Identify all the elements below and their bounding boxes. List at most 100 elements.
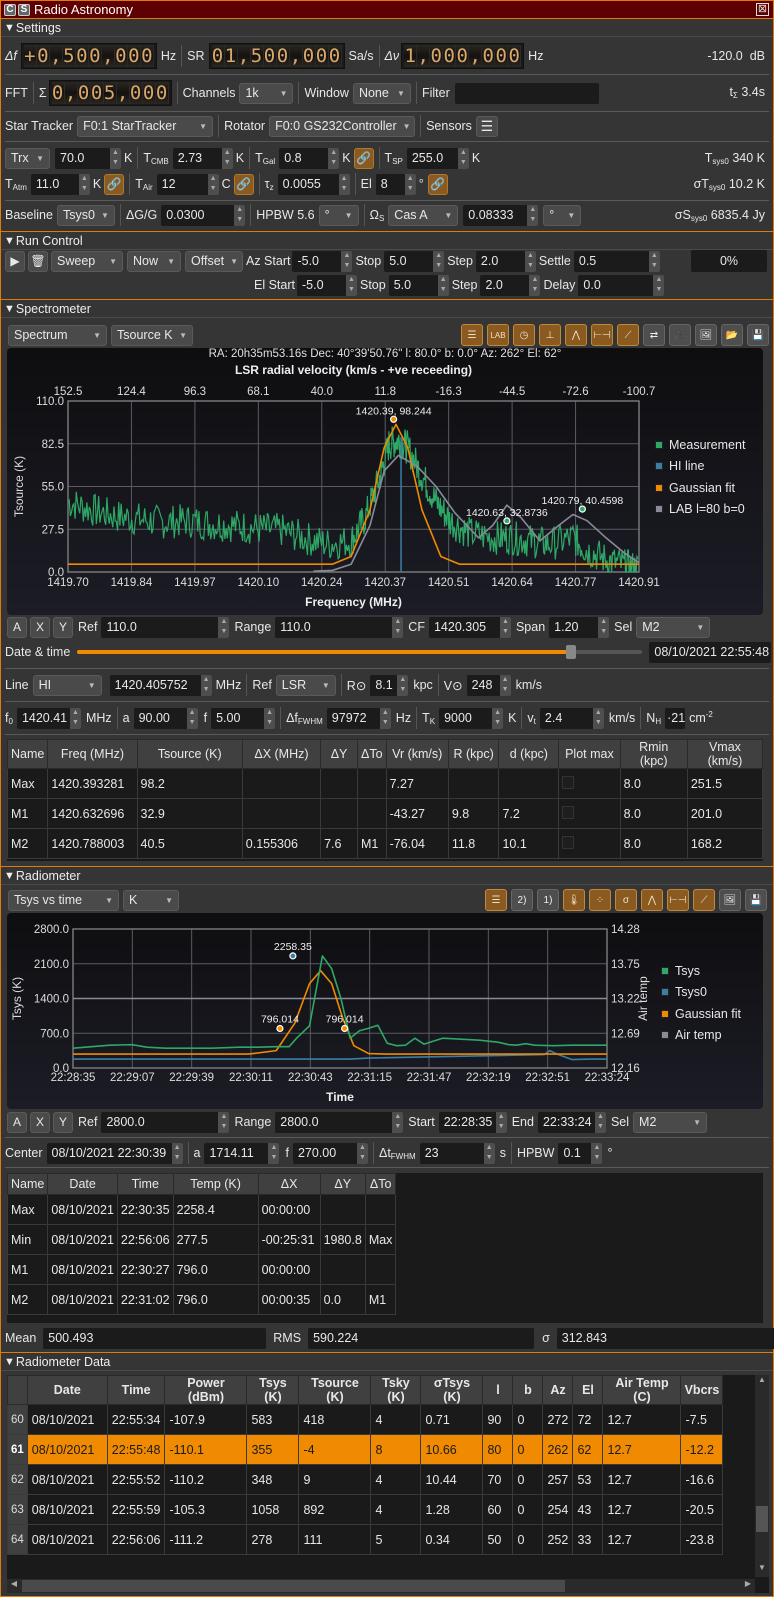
auto-scale-button[interactable]: A xyxy=(7,1111,27,1133)
spin-arrows-icon[interactable]: ▲ ▼ xyxy=(218,1111,230,1133)
link-icon[interactable]: 🔗 xyxy=(233,173,254,195)
digit[interactable]: 1 xyxy=(224,45,238,67)
table-row[interactable]: M2 1420.788003 40.5 0.155306 7.6 M1 -76.04 11.8… xyxy=(6,828,764,859)
spectrometer-units-select[interactable]: Tsource K ▼ xyxy=(111,324,193,346)
spin-arrows-icon[interactable]: ▲ ▼ xyxy=(483,1142,495,1164)
channel-c-button[interactable]: C xyxy=(4,3,16,16)
spin-arrows-icon[interactable]: ▲ ▼ xyxy=(200,674,212,696)
spin-arrows-icon[interactable]: ▲ ▼ xyxy=(648,250,660,272)
tcmb-input[interactable]: 2.73 ▲ ▼ xyxy=(172,147,233,169)
spin-arrows-icon[interactable]: ▲ ▼ xyxy=(397,674,409,696)
column-header[interactable]: Freq (MHz) xyxy=(47,739,138,769)
digit[interactable]: 0 xyxy=(263,45,277,67)
sigma-icon[interactable]: σ xyxy=(615,889,637,911)
start-time-select[interactable]: Now ▼ xyxy=(127,250,181,272)
digit[interactable]: 0 xyxy=(443,45,457,67)
column-header[interactable]: Time xyxy=(116,1173,174,1195)
points-icon[interactable]: ⁘ xyxy=(589,889,611,911)
digit[interactable]: 1 xyxy=(404,45,418,67)
fwhm-input[interactable]: 97972 ▲ ▼ xyxy=(326,707,391,729)
y-scale-button[interactable]: Y xyxy=(53,616,73,638)
spin-arrows-icon[interactable]: ▲ ▼ xyxy=(433,250,445,272)
legend-item[interactable]: Air temp xyxy=(661,1025,741,1047)
spin-arrows-icon[interactable]: ▲ ▼ xyxy=(78,173,90,195)
digit[interactable]: , xyxy=(417,45,431,67)
fit-center-input[interactable]: 08/10/2021 22:30:39 ▲ ▼ xyxy=(46,1142,183,1164)
column-header[interactable] xyxy=(7,1375,28,1405)
el-start-input[interactable]: -5.0 ▲ ▼ xyxy=(297,274,357,296)
digit[interactable]: 5 xyxy=(62,45,76,67)
settings-section-header[interactable]: ▼ Settings xyxy=(1,19,773,37)
trx-input[interactable]: 70.0 ▲ ▼ xyxy=(55,147,121,169)
tair-input[interactable]: 12 ▲ ▼ xyxy=(156,173,219,195)
az-start-input[interactable]: -5.0 ▲ ▼ xyxy=(292,250,353,272)
radiometer-marker-table[interactable]: Name Date Time Temp (K) ΔX ΔY ΔTo Max 08/10/202… xyxy=(6,1173,763,1323)
spin-arrows-icon[interactable]: ▲ ▼ xyxy=(338,173,350,195)
column-header[interactable]: Name xyxy=(6,1173,49,1195)
digit[interactable]: , xyxy=(469,45,483,67)
gaussian-fit-icon[interactable]: ⟋ xyxy=(617,324,639,346)
digit[interactable]: 5 xyxy=(103,82,117,104)
save-icon[interactable]: 💾 xyxy=(745,889,767,911)
radiometer-chart-select[interactable]: Tsys vs time ▼ xyxy=(8,889,119,911)
spin-arrows-icon[interactable]: ▲ ▼ xyxy=(492,707,504,729)
digit[interactable]: 0 xyxy=(211,45,225,67)
line-select[interactable]: HI ▼ xyxy=(32,674,102,696)
spin-arrows-icon[interactable]: ▲ ▼ xyxy=(356,1142,368,1164)
digit[interactable]: 0 xyxy=(495,45,509,67)
digit[interactable]: 0 xyxy=(456,45,470,67)
save-icon[interactable]: 💾 xyxy=(747,324,769,346)
column-header[interactable]: ΔY xyxy=(319,1173,366,1195)
tau-zenith-input[interactable]: 0.0055 ▲ ▼ xyxy=(277,173,350,195)
table-row[interactable]: Max 1420.393281 98.2 7.27 8.0 251.5 xyxy=(6,768,764,799)
plot-max-checkbox[interactable] xyxy=(562,805,575,819)
plot-max-checkbox[interactable] xyxy=(562,835,575,849)
swap-icon[interactable]: ⇄ xyxy=(643,324,665,346)
legend-item[interactable]: Gaussian fit xyxy=(655,477,745,499)
start-time-input[interactable]: 22:28:35 ▲ ▼ xyxy=(438,1111,507,1133)
spin-arrows-icon[interactable]: ▲ ▼ xyxy=(598,616,610,638)
digit[interactable]: , xyxy=(289,45,303,67)
column-header[interactable]: l xyxy=(482,1375,514,1405)
digit[interactable]: + xyxy=(23,45,37,67)
spin-arrows-icon[interactable]: ▲ ▼ xyxy=(379,707,391,729)
close-icon[interactable]: ⊠ xyxy=(756,3,769,16)
spin-arrows-icon[interactable]: ▲ ▼ xyxy=(524,250,536,272)
star-tracker-select[interactable]: F0:1 StarTracker ▼ xyxy=(77,115,214,137)
ref-input[interactable]: 110.0 ▲ ▼ xyxy=(101,616,230,638)
marker-select[interactable]: M2 ▼ xyxy=(633,1111,708,1133)
delay-input[interactable]: 0.0 ▲ ▼ xyxy=(578,274,665,296)
kinetic-temp-input[interactable]: 9000 ▲ ▼ xyxy=(439,707,504,729)
radiometer-data-table[interactable]: Date Time Power (dBm) Tsys (K) Tsource (K) Ts… xyxy=(7,1375,769,1593)
range-input[interactable]: 110.0 ▲ ▼ xyxy=(275,616,404,638)
digit[interactable]: 0 xyxy=(508,45,522,67)
filter-input[interactable] xyxy=(454,82,599,104)
column-header[interactable]: R (kpc) xyxy=(447,739,500,769)
sample-rate-digit-input[interactable]: 01,500,000 xyxy=(208,43,345,69)
settle-input[interactable]: 0.5 ▲ ▼ xyxy=(573,250,660,272)
spin-arrows-icon[interactable]: ▲ ▼ xyxy=(392,1111,404,1133)
column-header[interactable]: Tsource (K) xyxy=(298,1375,372,1405)
turbulence-velocity-input[interactable]: 2.4 ▲ ▼ xyxy=(539,707,604,729)
lab-reference-toggle-icon[interactable]: LAB xyxy=(487,324,509,346)
digit[interactable]: 0 xyxy=(302,45,316,67)
column-header[interactable]: ΔX xyxy=(257,1173,321,1195)
datetime-slider[interactable] xyxy=(77,645,643,659)
column-header[interactable]: Az xyxy=(542,1375,574,1405)
digit[interactable]: 0 xyxy=(129,82,143,104)
span-input[interactable]: 1.20 ▲ ▼ xyxy=(549,616,610,638)
spectrometer-section-header[interactable]: ▼ Spectrometer xyxy=(1,300,773,318)
spin-arrows-icon[interactable]: ▲ ▼ xyxy=(207,173,219,195)
column-header[interactable]: Name xyxy=(6,739,49,769)
legend-item[interactable]: Gaussian fit xyxy=(661,1003,741,1025)
az-step-input[interactable]: 2.0 ▲ ▼ xyxy=(475,250,536,272)
column-header[interactable]: ΔY xyxy=(320,739,358,769)
digit[interactable]: 0 xyxy=(140,45,154,67)
column-header[interactable]: σTsys (K) xyxy=(420,1375,484,1405)
digit[interactable]: , xyxy=(101,45,115,67)
fwhm-time-input[interactable]: 23 ▲ ▼ xyxy=(419,1142,495,1164)
el-stop-input[interactable]: 5.0 ▲ ▼ xyxy=(388,274,449,296)
table-row[interactable]: 62 08/10/2021 22:55:52 -110.2 348 9 4 10.44 70 0 2… xyxy=(7,1464,724,1495)
auto-scale-button[interactable]: A xyxy=(7,616,27,638)
channels-select[interactable]: 1k ▼ xyxy=(239,82,294,104)
